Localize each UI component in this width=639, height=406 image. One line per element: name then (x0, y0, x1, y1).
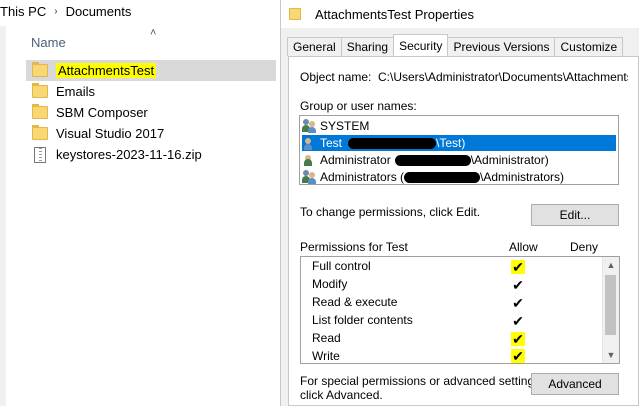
tab-sharing[interactable]: Sharing (340, 37, 395, 56)
permission-full-control: Full control (312, 257, 371, 275)
redaction-mark (404, 171, 481, 183)
file-row-emails[interactable]: Emails (26, 81, 276, 102)
permission-name: Read (312, 331, 341, 345)
file-name: keystores-2023-11-16.zip (56, 147, 202, 162)
permission-name: Write (312, 349, 340, 363)
dialog-title: AttachmentsTest Properties (315, 6, 474, 22)
permission-read: Read (312, 329, 341, 347)
permissions-scrollbar[interactable]: ▲ ▼ (602, 257, 619, 363)
permission-name: List folder contents (312, 313, 413, 327)
edit-button[interactable]: Edit... (531, 204, 619, 226)
column-name-label: Name (31, 35, 66, 50)
file-row-visual-studio[interactable]: Visual Studio 2017 (26, 123, 276, 144)
zip-file-icon (34, 146, 46, 163)
folder-icon (32, 83, 48, 98)
scroll-down-icon[interactable]: ▼ (603, 347, 619, 363)
redaction-mark (394, 154, 471, 166)
file-name: AttachmentsTest (56, 63, 157, 78)
user-name-suffix: \Test) (436, 136, 466, 150)
object-name-label: Object name: (300, 70, 372, 84)
permission-name: Modify (312, 277, 348, 291)
user-row-administrator[interactable]: Administrator \Administrator) (302, 152, 616, 168)
user-name: SYSTEM (320, 119, 370, 133)
user-name-suffix: \Administrator) (470, 153, 549, 167)
chevron-right-icon[interactable]: › (54, 6, 57, 17)
security-panel: Object name: C:\Users\Administrator\Docu… (288, 56, 639, 406)
special-hint-line: For special permissions or advanced sett… (300, 374, 544, 388)
tab-bar: General Sharing Security Previous Versio… (287, 34, 624, 56)
scroll-up-icon[interactable]: ▲ (603, 257, 619, 273)
allow-column-label: Allow (509, 240, 538, 254)
file-explorer: This PC › Documents ˄ Name AttachmentsTe… (0, 0, 280, 406)
allow-check-icon: ✔ (511, 348, 525, 364)
allow-check-icon: ✔ (511, 331, 525, 347)
change-permissions-hint: To change permissions, click Edit. (300, 205, 481, 219)
file-name: Visual Studio 2017 (56, 126, 165, 141)
permission-list-folder: List folder contents (312, 311, 413, 329)
file-name: SBM Composer (56, 105, 148, 120)
file-name: Emails (56, 84, 96, 99)
permissions-list: Full control Modify Read & execute List … (300, 256, 620, 364)
user-name-prefix: Test (320, 136, 343, 150)
file-row-keystores-zip[interactable]: keystores-2023-11-16.zip (26, 144, 276, 165)
group-user-list: SYSTEM Test \Test) Administrator \Admini… (299, 115, 619, 185)
permission-read-execute: Read & execute (312, 293, 397, 311)
folder-icon (32, 125, 48, 140)
name-column-header[interactable]: ˄ Name (24, 27, 280, 56)
permission-write: Write (312, 347, 340, 365)
object-name-value: C:\Users\Administrator\Documents\Attachm… (378, 70, 628, 84)
properties-dialog: AttachmentsTest Properties General Shari… (280, 0, 639, 406)
tab-security[interactable]: Security (393, 34, 449, 56)
users-group-icon (302, 170, 316, 184)
user-name-prefix: Administrator (320, 153, 391, 167)
allow-check-icon: ✔ (512, 313, 524, 329)
user-name-suffix: \Administrators) (480, 170, 565, 184)
advanced-button[interactable]: Advanced (531, 373, 619, 395)
folder-icon (32, 62, 48, 77)
nav-pane-edge (0, 26, 6, 406)
allow-check-icon: ✔ (512, 295, 524, 311)
tab-general[interactable]: General (287, 37, 342, 56)
user-name-prefix: Administrators ( (320, 170, 405, 184)
special-permissions-hint: For special permissions or advanced sett… (300, 374, 543, 402)
breadcrumb-this-pc[interactable]: This PC (0, 4, 46, 19)
file-row-sbm-composer[interactable]: SBM Composer (26, 102, 276, 123)
dialog-title-bar[interactable]: AttachmentsTest Properties (281, 0, 639, 28)
file-row-attachmentstest[interactable]: AttachmentsTest (26, 60, 276, 81)
scroll-thumb[interactable] (605, 275, 616, 335)
allow-check-icon: ✔ (512, 277, 524, 293)
redaction-mark (348, 137, 437, 149)
tab-customize[interactable]: Customize (554, 37, 624, 56)
allow-check-icon: ✔ (511, 259, 525, 275)
user-icon (302, 153, 316, 167)
user-row-administrators[interactable]: Administrators ( \Administrators) (302, 169, 616, 185)
folder-icon (289, 8, 301, 20)
special-hint-line: click Advanced. (300, 388, 383, 402)
permissions-label: Permissions for Test (300, 240, 408, 254)
permission-modify: Modify (312, 275, 347, 293)
file-list: AttachmentsTest Emails SBM Composer Visu… (26, 60, 276, 165)
user-row-system[interactable]: SYSTEM (302, 118, 616, 134)
group-names-label: Group or user names: (300, 99, 417, 113)
user-row-test[interactable]: Test \Test) (302, 135, 616, 151)
user-icon (302, 136, 316, 150)
breadcrumb: This PC › Documents (0, 0, 280, 22)
users-group-icon (302, 119, 316, 133)
permission-name: Read & execute (312, 295, 398, 309)
folder-icon (32, 104, 48, 119)
tab-previous-versions[interactable]: Previous Versions (447, 37, 556, 56)
deny-column-label: Deny (570, 240, 599, 254)
sort-ascending-icon: ˄ (150, 27, 157, 39)
breadcrumb-documents[interactable]: Documents (66, 4, 132, 19)
permission-name: Full control (312, 259, 371, 273)
